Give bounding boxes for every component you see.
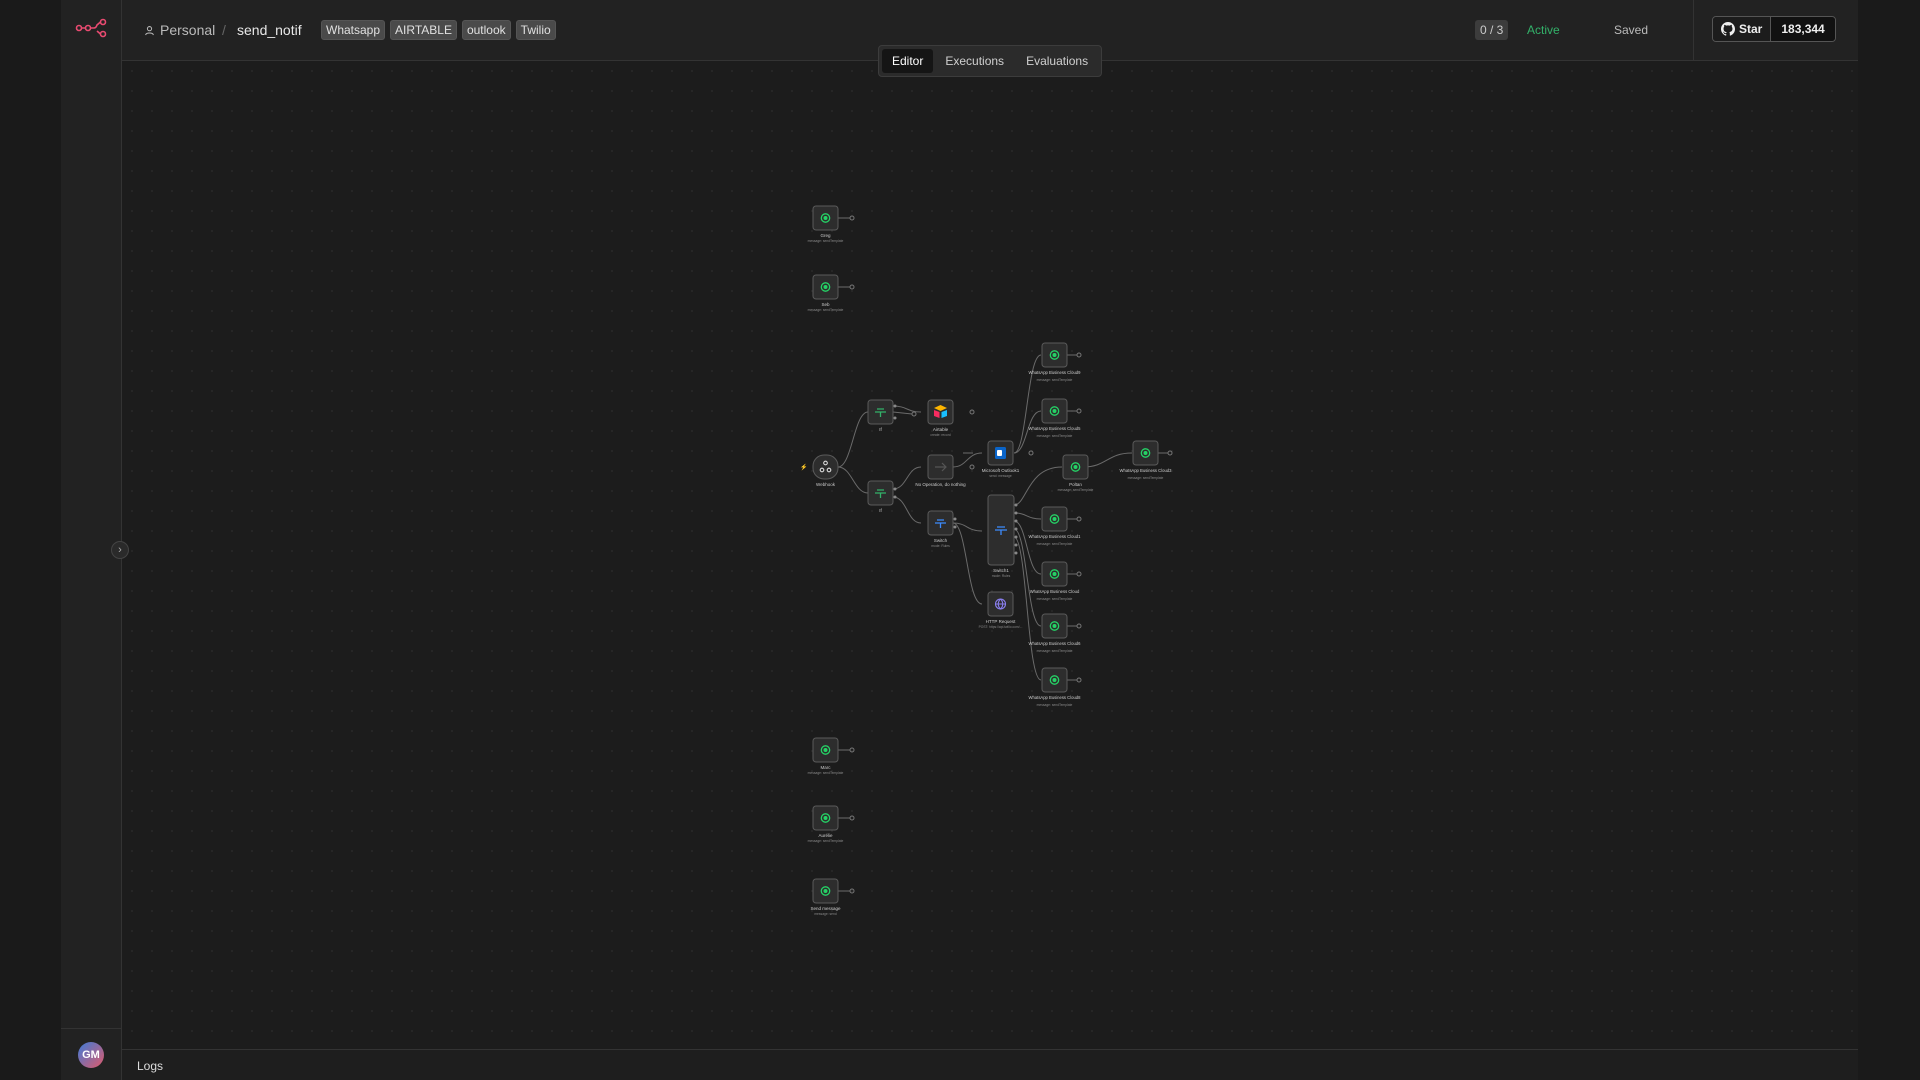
- sidebar-divider: [61, 1028, 122, 1029]
- node-subtitle: message: sendTemplate: [1037, 434, 1073, 438]
- node-title: Seb: [821, 302, 830, 307]
- node-whatsapp-cloud-3[interactable]: WhatsApp Business Cloud3 message: sendTe…: [1120, 440, 1173, 480]
- node-if-1[interactable]: If: [867, 399, 917, 432]
- breadcrumb-project[interactable]: Personal: [144, 22, 215, 38]
- outlook-icon: [995, 447, 1006, 459]
- header-divider: [1693, 0, 1694, 61]
- node-title: WhatsApp Business Cloud3: [1120, 468, 1173, 473]
- view-tabs: Editor Executions Evaluations: [878, 45, 1103, 77]
- node-subtitle: message: sendTemplate: [808, 839, 844, 843]
- tab-evaluations[interactable]: Evaluations: [1016, 49, 1098, 73]
- tag-whatsapp[interactable]: Whatsapp: [321, 20, 386, 40]
- node-title: Poltan: [1069, 482, 1082, 487]
- node-title: If: [879, 427, 882, 432]
- node-webhook[interactable]: ⚡ Webhook: [800, 454, 839, 487]
- node-title: Marc: [821, 765, 832, 770]
- node-subtitle: message: sendTemplate: [1037, 542, 1073, 546]
- node-title: If: [879, 508, 882, 513]
- tab-editor[interactable]: Editor: [882, 49, 934, 73]
- tag-airtable[interactable]: AIRTABLE: [390, 20, 457, 40]
- logs-panel[interactable]: Logs: [122, 1049, 1858, 1080]
- node-title: Microsoft Outlook1: [982, 468, 1020, 473]
- evaluation-counter: 0 / 3: [1475, 20, 1509, 40]
- node-subtitle: message: sendTemplate: [1128, 476, 1164, 480]
- github-icon: [1721, 22, 1735, 36]
- node-title: WhatsApp Business Cloud8: [1029, 695, 1082, 700]
- node-subtitle: message: sendTemplate: [1037, 649, 1073, 653]
- node-microsoft-outlook[interactable]: Microsoft Outlook1 send: message: [982, 440, 1034, 478]
- node-http-request[interactable]: HTTP Request POST: https://api.twilio.co…: [979, 591, 1023, 629]
- node-title: Switch: [934, 538, 948, 543]
- node-subtitle: create: record: [930, 433, 951, 437]
- expand-sidebar-button[interactable]: ›: [111, 541, 129, 559]
- node-subtitle: send: message: [989, 474, 1012, 478]
- node-subtitle: message: sendTemplate: [1037, 703, 1073, 707]
- node-aurelie[interactable]: Aurélie message: sendTemplate: [808, 805, 855, 843]
- node-send-message[interactable]: Send message message: send: [810, 878, 855, 916]
- github-star-widget: Star 183,344: [1712, 16, 1836, 42]
- logs-label: Logs: [137, 1059, 164, 1073]
- node-subtitle: message: sendTemplate: [808, 239, 844, 243]
- right-margin: [1858, 0, 1920, 1080]
- node-switch[interactable]: Switch mode: Rules: [927, 510, 957, 548]
- left-margin: [0, 0, 61, 1080]
- node-title: HTTP Request: [986, 619, 1016, 624]
- workflow-graph: Greg message: sendTemplate Seb message: …: [800, 205, 1173, 916]
- github-star-count[interactable]: 183,344: [1771, 17, 1835, 41]
- node-subtitle: mode: Rules: [992, 574, 1011, 578]
- node-subtitle: message: send: [814, 912, 837, 916]
- node-whatsapp-cloud-9[interactable]: WhatsApp Business Cloud9 message: sendTe…: [1029, 342, 1082, 382]
- node-title: No Operation, do nothing: [915, 482, 966, 487]
- node-title: WhatsApp Business Cloud6: [1029, 641, 1082, 646]
- node-title: Send message: [810, 906, 841, 911]
- node-title: WhatsApp Business Cloud1: [1029, 534, 1082, 539]
- tag-outlook[interactable]: outlook: [461, 20, 511, 40]
- node-switch-1[interactable]: Switch1 mode: Rules: [987, 494, 1018, 578]
- node-whatsapp-cloud-6[interactable]: WhatsApp Business Cloud6 message: sendTe…: [1029, 613, 1082, 653]
- node-title: WhatsApp Business Cloud: [1030, 589, 1080, 594]
- node-subtitle: message: sendTemplate: [808, 771, 844, 775]
- workflow-canvas[interactable]: Greg message: sendTemplate Seb message: …: [122, 61, 1858, 1049]
- tab-executions[interactable]: Executions: [935, 49, 1014, 73]
- node-greg[interactable]: Greg message: sendTemplate: [808, 205, 855, 243]
- node-title: WhatsApp Business Cloud5: [1029, 426, 1082, 431]
- node-title: Airtable: [933, 427, 949, 432]
- node-poltan[interactable]: Poltan message: sendTemplate: [1058, 454, 1094, 492]
- node-whatsapp-cloud-5[interactable]: WhatsApp Business Cloud5 message: sendTe…: [1029, 398, 1082, 438]
- node-airtable[interactable]: Airtable create: record: [927, 399, 975, 437]
- tag-twilio[interactable]: Twilio: [515, 20, 556, 40]
- chevron-right-icon: ›: [118, 544, 122, 556]
- node-subtitle: POST: https://api.twilio.com/...: [979, 625, 1023, 629]
- main-sidebar: GM: [61, 0, 122, 1080]
- workflow-name[interactable]: send_notif: [237, 22, 302, 38]
- active-status[interactable]: Active: [1527, 23, 1560, 37]
- node-title: Aurélie: [818, 833, 833, 838]
- node-title: WhatsApp Business Cloud9: [1029, 370, 1082, 375]
- n8n-logo-icon[interactable]: [75, 18, 107, 38]
- user-avatar[interactable]: GM: [78, 1042, 104, 1068]
- node-whatsapp-cloud-1[interactable]: WhatsApp Business Cloud1 message: sendTe…: [1029, 506, 1082, 546]
- node-seb[interactable]: Seb message: sendTemplate: [808, 274, 855, 312]
- github-star-button[interactable]: Star: [1713, 17, 1772, 41]
- breadcrumb-separator: /: [222, 22, 226, 38]
- node-subtitle: message: sendTemplate: [808, 308, 844, 312]
- github-star-label: Star: [1739, 22, 1763, 36]
- node-subtitle: mode: Rules: [931, 544, 950, 548]
- node-title: Switch1: [993, 568, 1009, 573]
- node-subtitle: message: sendTemplate: [1037, 378, 1073, 382]
- node-marc[interactable]: Marc message: sendTemplate: [808, 737, 855, 775]
- save-status: Saved: [1614, 23, 1649, 37]
- node-subtitle: message: sendTemplate: [1037, 597, 1073, 601]
- node-if-2[interactable]: If: [867, 480, 897, 513]
- node-subtitle: message: sendTemplate: [1058, 488, 1094, 492]
- user-icon: [145, 25, 154, 35]
- node-whatsapp-cloud[interactable]: WhatsApp Business Cloud message: sendTem…: [1030, 561, 1082, 601]
- node-title: Greg: [820, 233, 831, 238]
- project-name: Personal: [160, 22, 216, 38]
- node-no-operation[interactable]: No Operation, do nothing: [915, 454, 975, 487]
- trigger-bolt-icon: ⚡: [800, 463, 807, 471]
- workflow-tags: Whatsapp AIRTABLE outlook Twilio: [321, 20, 556, 40]
- node-title: Webhook: [816, 482, 836, 487]
